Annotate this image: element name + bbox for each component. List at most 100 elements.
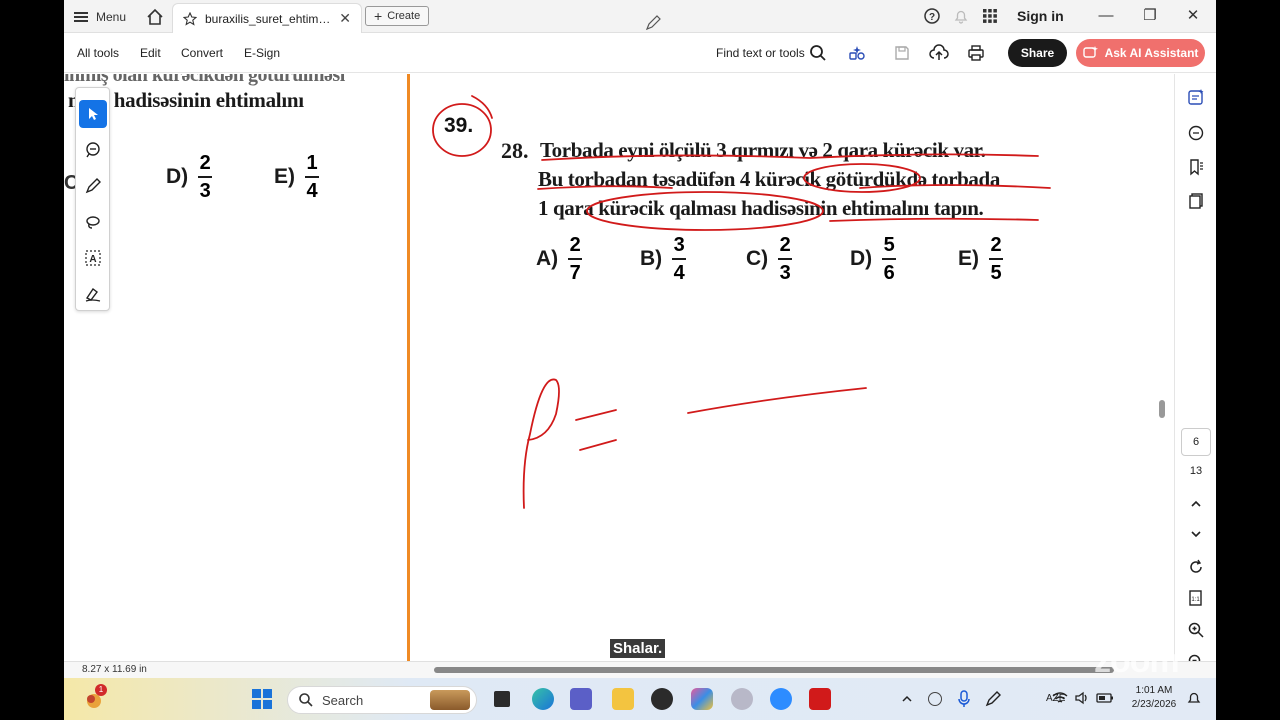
sign-tool[interactable] (79, 280, 107, 308)
ink-underline-1 (541, 153, 1039, 161)
clock-date: 2/23/2026 (1131, 699, 1177, 710)
weather-widget[interactable]: 1 (82, 684, 107, 712)
zoom-app-icon[interactable] (770, 688, 792, 710)
horizontal-scrollbar-thumb[interactable] (434, 667, 1114, 673)
pen-cursor-icon (645, 15, 661, 31)
bell-icon[interactable] (952, 7, 970, 25)
chevron-up-icon[interactable] (1187, 495, 1205, 513)
share-button[interactable]: Share (1008, 39, 1067, 67)
taskbar-search[interactable]: Search (287, 686, 477, 714)
comment-tool[interactable] (79, 136, 107, 164)
select-tool[interactable] (79, 100, 107, 128)
menu-button[interactable]: Menu (74, 6, 126, 28)
clock-time: 1:01 AM (1135, 685, 1173, 696)
minimize-button[interactable]: — (1094, 5, 1118, 27)
ink-eq-line-1 (575, 409, 617, 421)
create-button[interactable]: + Create (365, 6, 430, 26)
comments-panel-icon[interactable] (1187, 124, 1205, 142)
star-icon[interactable] (183, 11, 197, 26)
tab-document[interactable]: buraxilis_suret_ehtimal... ✕ (172, 3, 362, 33)
upload-icon[interactable] (929, 44, 949, 62)
rotate-icon[interactable] (1187, 558, 1205, 576)
help-icon[interactable]: ? (923, 7, 941, 25)
draw-tool[interactable] (79, 208, 107, 236)
edge-icon[interactable] (532, 688, 554, 710)
document-viewport[interactable]: ınmış olan kürəcikdən götürülməsi ması h… (64, 74, 1174, 661)
ink-eq-line-2 (579, 439, 617, 451)
signature-pen-icon (85, 287, 101, 302)
wifi-icon[interactable] (1052, 691, 1068, 705)
close-window-button[interactable]: ✕ (1181, 5, 1205, 27)
battery-icon[interactable] (1096, 692, 1114, 704)
ink-letter-p (522, 378, 560, 509)
convert-menu[interactable]: Convert (181, 46, 223, 60)
file-explorer-icon[interactable] (612, 688, 634, 710)
windows-taskbar: 1 Search AZE 1:01 AM 2/23/2026 (64, 678, 1216, 720)
teams-icon[interactable] (570, 688, 592, 710)
search-placeholder: Search (322, 692, 364, 708)
microphone-icon[interactable] (957, 690, 971, 708)
lasso-icon (86, 216, 100, 229)
home-icon (147, 8, 163, 25)
fit-page-icon[interactable]: 1:1 (1187, 589, 1205, 607)
zoom-watermark: zoom (1094, 642, 1180, 680)
pages-icon[interactable] (1187, 192, 1205, 210)
hamburger-icon (74, 12, 88, 22)
highlight-tool[interactable] (79, 172, 107, 200)
save-icon[interactable] (893, 44, 911, 62)
copilot-icon[interactable] (691, 688, 713, 710)
pdf-page-left: ınmış olan kürəcikdən götürülməsi ması h… (64, 74, 407, 661)
page-size-label: 8.27 x 11.69 in (82, 664, 147, 675)
pen-app-icon[interactable] (651, 688, 673, 710)
option-label: D) (166, 165, 189, 188)
ai-tools-icon[interactable] (848, 44, 866, 62)
ink-underline-3 (829, 217, 1039, 222)
status-bar: 8.27 x 11.69 in (64, 661, 1216, 678)
task-view-icon[interactable] (494, 691, 510, 707)
notifications-icon[interactable] (1186, 690, 1202, 706)
print-icon[interactable] (967, 44, 985, 62)
notepad-icon[interactable] (731, 688, 753, 710)
sign-in-link[interactable]: Sign in (1017, 8, 1064, 24)
find-text-tools[interactable]: Find text or tools (716, 46, 805, 60)
right-sidebar: 6 13 1:1 (1174, 74, 1216, 670)
windows-start-icon[interactable] (251, 688, 273, 710)
edit-menu[interactable]: Edit (140, 46, 161, 60)
ai-assistant-button[interactable]: Ask AI Assistant (1076, 39, 1205, 67)
option-fraction: 23 (198, 152, 213, 202)
acrobat-window: Menu buraxilis_suret_ehtimal... ✕ + Crea… (64, 0, 1216, 720)
maximize-button[interactable]: ❐ (1138, 5, 1162, 27)
tab-bar: Menu buraxilis_suret_ehtimal... ✕ + Crea… (64, 0, 1216, 33)
search-highlight-image (430, 690, 470, 710)
pen-tray-icon[interactable] (984, 690, 1002, 708)
ai-assistant-label: Ask AI Assistant (1104, 46, 1199, 60)
acrobat-icon[interactable] (809, 688, 831, 710)
menu-label: Menu (96, 10, 127, 24)
esign-menu[interactable]: E-Sign (244, 46, 280, 60)
close-tab-icon[interactable]: ✕ (339, 10, 351, 27)
home-button[interactable] (144, 6, 166, 28)
zoom-in-icon[interactable] (1187, 621, 1205, 639)
main-toolbar: All tools Edit Convert E-Sign Find text … (64, 33, 1216, 73)
bookmarks-icon[interactable] (1187, 158, 1205, 176)
volume-icon[interactable] (1074, 691, 1090, 705)
create-label: Create (387, 10, 421, 22)
all-tools-menu[interactable]: All tools (77, 46, 119, 60)
page-number-input[interactable]: 6 (1181, 428, 1211, 456)
ink-annotations (432, 95, 1051, 509)
svg-text:A: A (89, 254, 96, 265)
tray-app-icon[interactable] (928, 692, 942, 706)
ink-oval-qalmasi (586, 191, 824, 231)
ai-summary-icon[interactable] (1187, 88, 1205, 106)
text-tool[interactable]: A (79, 244, 107, 272)
chevron-down-icon[interactable] (1187, 525, 1205, 543)
search-icon[interactable] (809, 44, 827, 62)
text-box-icon: A (85, 250, 101, 266)
apps-grid-icon[interactable] (981, 7, 999, 25)
clock[interactable]: 1:01 AM 2/23/2026 (1124, 684, 1184, 712)
tool-palette: A (75, 87, 110, 311)
svg-text:?: ? (929, 12, 935, 23)
chevron-up-icon[interactable] (900, 692, 914, 706)
search-icon (299, 693, 313, 707)
vertical-scrollbar-thumb[interactable] (1159, 400, 1165, 418)
